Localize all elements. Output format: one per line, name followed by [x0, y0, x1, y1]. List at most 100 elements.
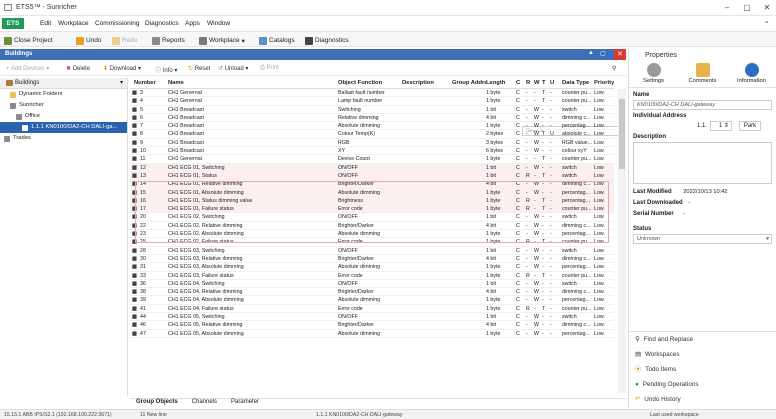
- tree-node[interactable]: Trades: [0, 133, 127, 144]
- tree-node[interactable]: Sunricher: [0, 100, 127, 111]
- table-row[interactable]: ⬛ 31 CH1 ECG 03, Absolute dimming Absolute …: [130, 263, 614, 272]
- interface-status[interactable]: 15.15.1 ABB IPS/S2.1 (192.168.100.222:36…: [4, 412, 112, 418]
- tab-channels[interactable]: Channels: [192, 399, 217, 408]
- tab-comments[interactable]: Comments: [682, 62, 724, 87]
- column-header[interactable]: Group Address: [452, 80, 486, 86]
- column-header[interactable]: Data Type: [562, 80, 594, 86]
- table-row[interactable]: ⬛ 6 CH1 Broadcast Relative dimming 4 bit C - W -…: [130, 114, 614, 123]
- close-project-button[interactable]: Close Project: [4, 35, 53, 46]
- column-header[interactable]: T: [542, 80, 550, 86]
- panel-up-icon[interactable]: ▲: [588, 50, 594, 56]
- table-row[interactable]: ⬛ 9 CH1 Broadcast RGB 3 bytes C - W - - RGB value.…: [130, 139, 614, 148]
- minimize-button[interactable]: –: [720, 3, 734, 12]
- column-header[interactable]: Object Function: [338, 80, 402, 86]
- find-replace-panel[interactable]: ⚲ Find and Replace: [629, 332, 776, 347]
- table-row[interactable]: ⬛ 41 CH1 ECG 04, Failure status Error code 1…: [130, 305, 614, 314]
- menu-edit[interactable]: Edit: [40, 20, 51, 27]
- column-header[interactable]: C: [516, 80, 526, 86]
- ets-menu[interactable]: ETS: [2, 18, 24, 29]
- table-row[interactable]: ⬛ 46 CH1 ECG 05, Relative dimming Brighter/…: [130, 321, 614, 330]
- column-header[interactable]: Number: [134, 80, 168, 86]
- info-button[interactable]: ⓘ Info ▾: [155, 65, 177, 74]
- menu-apps[interactable]: Apps: [185, 20, 200, 27]
- reports-button[interactable]: Reports: [152, 35, 185, 46]
- undo-history-panel[interactable]: ↶ Undo History: [629, 392, 776, 407]
- table-row[interactable]: ⬛ 30 CH1 ECG 03, Relative dimming Brighter/…: [130, 255, 614, 264]
- table-row[interactable]: ⬛ 5 CH1 Broadcast Switching 1 bit C - W - - switch…: [130, 106, 614, 114]
- menu-diagnostics[interactable]: Diagnostics: [145, 20, 179, 27]
- table-row[interactable]: ⬛ 4 CH1 Genernal Lamp fault number 1 byte C - -…: [130, 97, 614, 106]
- undo-button[interactable]: Undo: [76, 35, 102, 46]
- diagnostics-button[interactable]: Diagnostics: [305, 35, 349, 46]
- menu-window[interactable]: Window: [207, 20, 230, 27]
- redo-button[interactable]: Redo: [112, 35, 138, 46]
- workspaces-panel[interactable]: ▤ Workspaces: [629, 347, 776, 362]
- catalogs-button[interactable]: Catalogs: [259, 35, 295, 46]
- table-row[interactable]: ⬛ 22 CH1 ECG 02, Relative dimming Brighter/…: [130, 222, 614, 231]
- tree-node[interactable]: Dynamic Folders: [0, 89, 127, 100]
- table-row[interactable]: ⬛ 38 CH1 ECG 04, Relative dimming Brighter/…: [130, 288, 614, 297]
- tree-header[interactable]: Buildings ▾: [0, 78, 127, 89]
- column-header[interactable]: U: [550, 80, 560, 86]
- table-row[interactable]: ⬛ 7 CH1 Broadcast Absolute dimming 1 byte C - W…: [130, 122, 614, 131]
- column-header[interactable]: Name: [168, 80, 338, 86]
- reset-button[interactable]: ↻ Reset: [188, 65, 210, 72]
- status-select[interactable]: Unknown ▾: [633, 234, 772, 244]
- panel-close-button[interactable]: ✕: [614, 49, 626, 60]
- tab-settings[interactable]: Settings: [633, 62, 675, 87]
- table-row[interactable]: ⬛ 36 CH1 ECG 04, Switching ON/OFF 1 bit C - W - -…: [130, 280, 614, 289]
- print-icon: ⎙: [260, 65, 265, 71]
- description-field[interactable]: [633, 142, 772, 184]
- table-row[interactable]: ⬛ 8 CH1 Broadcast Colour Temp(K) 2 bytes C - W T…: [130, 130, 614, 139]
- table-row[interactable]: ⬛ 28 CH1 ECG 03, Switching ON/OFF 1 bit C - W - -…: [130, 247, 614, 255]
- table-scrollbar[interactable]: [618, 89, 626, 393]
- table-cell: -: [550, 206, 552, 213]
- download-button[interactable]: ⬇ Download ▾: [103, 65, 141, 72]
- tree-node[interactable]: 1.1.1 KN0100/DA2-CH DALI-ga...: [0, 122, 127, 133]
- table-row[interactable]: ⬛ 33 CH1 ECG 03, Failure status Error code 1…: [130, 272, 614, 280]
- print-button[interactable]: ⎙ Print: [260, 65, 279, 72]
- table-row[interactable]: ⬛ 20 CH1 ECG 02, Switching ON/OFF 1 bit C - W - -…: [130, 213, 614, 222]
- ia-stepper[interactable]: 1 ⇕: [710, 121, 733, 131]
- table-row[interactable]: ⬛ 3 CH1 Genernal Ballast fault number 1 byte…: [130, 89, 614, 98]
- table-row[interactable]: ⬛ 39 CH1 ECG 04, Absolute dimming Absolute …: [130, 296, 614, 305]
- table-row[interactable]: ⬛ 10 CH1 Broadcast XY 6 bytes C - W - - colour xyY…: [130, 147, 614, 156]
- table-row[interactable]: ⬛ 14 CH1 ECG 01, Relative dimming Brighter/…: [130, 180, 614, 189]
- close-window-button[interactable]: ✕: [760, 3, 774, 12]
- tree-node[interactable]: Office: [0, 111, 127, 122]
- column-header[interactable]: Length: [486, 80, 516, 86]
- table-row[interactable]: ⬛ 13 CH1 ECG 01, Status ON/OFF 1 bit C R - T - swi…: [130, 171, 614, 181]
- table-row[interactable]: ⬛ 16 CH1 ECG 01, Status dimming value Brigh…: [130, 196, 614, 206]
- panel-maximize-icon[interactable]: ▢: [600, 50, 606, 57]
- column-header[interactable]: R: [526, 80, 534, 86]
- menu-workplace[interactable]: Workplace: [58, 20, 89, 27]
- delete-button[interactable]: ✖ Delete: [66, 65, 90, 72]
- table-row[interactable]: ⬛ 17 CH1 ECG 01, Failure status Error code 1…: [130, 205, 614, 214]
- pending-operations-panel[interactable]: ● Pending Operations: [629, 377, 776, 392]
- table-row[interactable]: ⬛ 23 CH1 ECG 02, Absolute dimming Absolute …: [130, 230, 614, 239]
- tab-parameter[interactable]: Parameter: [231, 399, 259, 408]
- park-button[interactable]: Park: [739, 121, 762, 131]
- add-devices-button[interactable]: + Add Devices ▾: [6, 65, 49, 72]
- table-cell: CH1 ECG 01, Status dimming value: [168, 197, 253, 204]
- table-row[interactable]: ⬛ 11 CH1 Genernal Device Count 1 byte C - - T - co…: [130, 155, 614, 164]
- column-header[interactable]: W: [534, 80, 542, 86]
- menu-commissioning[interactable]: Commissioning: [95, 20, 139, 27]
- restore-button[interactable]: ▢: [740, 3, 754, 12]
- table-row[interactable]: ⬛ 47 CH1 ECG 05, Absolute dimming Absolute …: [130, 330, 614, 338]
- collapse-ribbon-icon[interactable]: ⌃: [764, 20, 769, 28]
- name-field[interactable]: KN0100/DA2-CH DALI-gateway: [633, 100, 772, 110]
- column-header[interactable]: Description: [402, 80, 452, 86]
- table-cell: W: [534, 330, 539, 337]
- scrollbar-thumb[interactable]: [619, 99, 625, 169]
- todo-items-panel[interactable]: ⦿ Todo Items: [629, 362, 776, 377]
- table-row[interactable]: ⬛ 15 CH1 ECG 01, Absolute dimming Absolute …: [130, 188, 614, 197]
- tab-group-objects[interactable]: Group Objects: [136, 399, 178, 408]
- column-header[interactable]: Priority: [594, 80, 614, 86]
- table-row[interactable]: ⬛ 44 CH1 ECG 05, Switching ON/OFF 1 bit C - W - -…: [130, 313, 614, 322]
- tab-information[interactable]: Information: [731, 62, 773, 87]
- unload-button[interactable]: ↺ Unload ▾: [218, 65, 248, 72]
- workplace-button[interactable]: Workplace ▾: [199, 35, 245, 46]
- table-row[interactable]: ⬛ 12 CH1 ECG 01, Switching ON/OFF 1 bit C - W - -…: [130, 163, 614, 172]
- table-row[interactable]: ⬛ 25 CH1 ECG 02, Failure status Error code 1…: [130, 238, 614, 247]
